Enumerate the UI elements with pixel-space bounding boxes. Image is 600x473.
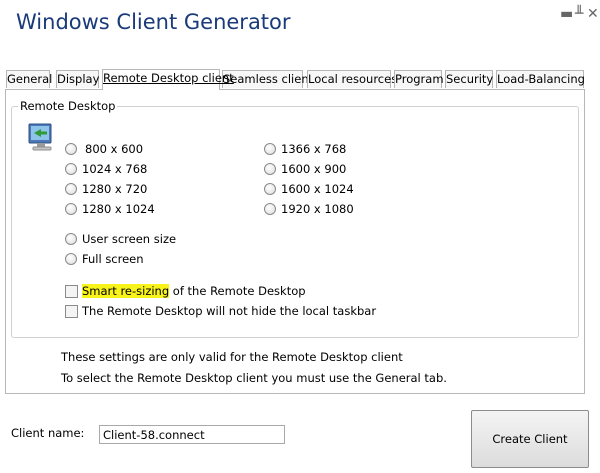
tab-general[interactable]: General bbox=[6, 70, 52, 88]
option-label: 1280 x 1024 bbox=[82, 202, 155, 216]
highlighted-text: Smart re-sizing bbox=[82, 284, 170, 298]
option-label: 1600 x 1024 bbox=[281, 182, 354, 196]
option-label: User screen size bbox=[82, 232, 177, 246]
option-label: of the Remote Desktop bbox=[169, 284, 306, 298]
user-screen-size-option[interactable]: User screen size bbox=[65, 231, 176, 247]
settings-note-2: To select the Remote Desktop client you … bbox=[61, 371, 447, 385]
radio-button[interactable] bbox=[264, 143, 276, 155]
radio-button[interactable] bbox=[65, 203, 77, 215]
tab-seamless-client[interactable]: Seamless client bbox=[222, 70, 313, 88]
resolution-1600x1024[interactable]: 1600 x 1024 bbox=[264, 181, 354, 197]
tab-security[interactable]: Security bbox=[445, 70, 493, 88]
hide-taskbar-checkbox[interactable]: The Remote Desktop will not hide the loc… bbox=[65, 303, 376, 319]
full-screen-option[interactable]: Full screen bbox=[65, 251, 144, 267]
radio-button[interactable] bbox=[65, 183, 77, 195]
remote-desktop-tab-panel: Remote Desktop 800 x 600 1024 x 768 1280… bbox=[5, 89, 585, 394]
settings-note-1: These settings are only valid for the Re… bbox=[61, 350, 403, 364]
remote-desktop-groupbox: Remote Desktop 800 x 600 1024 x 768 1280… bbox=[11, 99, 579, 338]
option-label: The Remote Desktop will not hide the loc… bbox=[82, 304, 377, 318]
resolution-1280x1024[interactable]: 1280 x 1024 bbox=[65, 201, 155, 217]
radio-button[interactable] bbox=[264, 183, 276, 195]
create-client-button[interactable]: Create Client bbox=[471, 410, 589, 468]
option-label: 1920 x 1080 bbox=[281, 202, 354, 216]
tab-display[interactable]: Display bbox=[56, 70, 99, 88]
client-name-label: Client name: bbox=[11, 426, 85, 440]
tab-bar: General Display Remote Desktop client Se… bbox=[6, 69, 585, 90]
minimize-icon[interactable]: ▬ bbox=[560, 6, 573, 22]
resolution-1280x720[interactable]: 1280 x 720 bbox=[65, 181, 147, 197]
tab-load-balancing[interactable]: Load-Balancing bbox=[496, 70, 585, 88]
resolution-1600x900[interactable]: 1600 x 900 bbox=[264, 161, 346, 177]
monitor-icon bbox=[28, 123, 52, 151]
tab-program[interactable]: Program bbox=[394, 70, 444, 88]
tab-local-resources[interactable]: Local resources bbox=[307, 70, 397, 88]
radio-button[interactable] bbox=[264, 203, 276, 215]
resolution-1920x1080[interactable]: 1920 x 1080 bbox=[264, 201, 354, 217]
radio-button[interactable] bbox=[65, 253, 77, 265]
option-label: 800 x 600 bbox=[85, 142, 144, 156]
checkbox[interactable] bbox=[65, 284, 78, 298]
close-icon[interactable]: ✕ bbox=[587, 6, 599, 22]
radio-button[interactable] bbox=[65, 143, 77, 155]
group-label: Remote Desktop bbox=[18, 99, 118, 113]
option-label: 1600 x 900 bbox=[281, 162, 347, 176]
client-name-input[interactable] bbox=[99, 425, 285, 444]
pin-icon[interactable]: ╨ bbox=[575, 6, 583, 22]
option-label: 1280 x 720 bbox=[82, 182, 148, 196]
radio-button[interactable] bbox=[65, 163, 77, 175]
checkbox[interactable] bbox=[65, 304, 78, 318]
radio-button[interactable] bbox=[264, 163, 276, 175]
smart-resizing-checkbox[interactable]: Smart re-sizing of the Remote Desktop bbox=[65, 283, 306, 299]
option-label: 1024 x 768 bbox=[82, 162, 148, 176]
radio-button[interactable] bbox=[65, 233, 77, 245]
resolution-1366x768[interactable]: 1366 x 768 bbox=[264, 141, 346, 157]
tab-remote-desktop-client[interactable]: Remote Desktop client bbox=[102, 69, 234, 90]
resolution-800x600[interactable]: 800 x 600 bbox=[65, 141, 143, 157]
option-label: Full screen bbox=[82, 252, 144, 266]
resolution-1024x768[interactable]: 1024 x 768 bbox=[65, 161, 147, 177]
option-label: 1366 x 768 bbox=[281, 142, 347, 156]
window-title: Windows Client Generator bbox=[16, 10, 291, 34]
